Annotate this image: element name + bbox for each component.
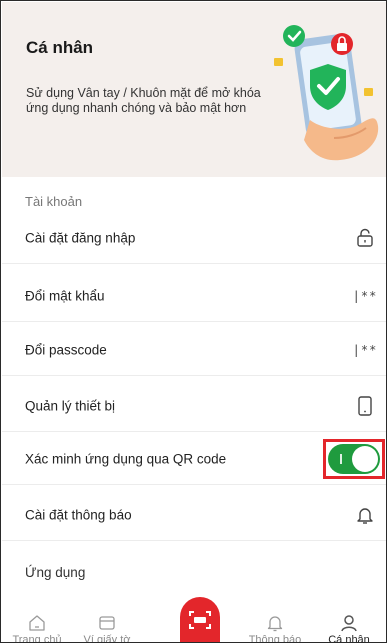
passcode-icon: |** (352, 342, 378, 357)
phone-icon (353, 394, 377, 418)
nav-profile[interactable]: Cá nhân (314, 614, 384, 643)
lock-icon (353, 226, 377, 250)
person-icon (341, 615, 357, 632)
security-phone-illustration (274, 25, 379, 161)
row-label: Xác minh ứng dụng qua QR code (25, 451, 227, 466)
app-frame: Cá nhân Sử dụng Vân tay / Khuôn mặt để m… (0, 0, 387, 643)
nav-home[interactable]: Trang chủ (2, 614, 72, 643)
section-label-app: Ứng dụng (25, 565, 86, 580)
bell-icon (267, 616, 283, 632)
section-label-account: Tài khoản (25, 194, 83, 209)
page-title: Cá nhân (26, 38, 94, 57)
row-label: Đổi mật khẩu (25, 288, 105, 303)
scan-button[interactable] (180, 597, 220, 642)
row-qr-verification[interactable]: Xác minh ứng dụng qua QR code (2, 433, 386, 485)
nav-wallet[interactable]: Ví giấy tờ (72, 614, 142, 643)
profile-header: Cá nhân Sử dụng Vân tay / Khuôn mặt để m… (2, 2, 386, 177)
row-change-passcode[interactable]: Đổi passcode |** (2, 324, 386, 376)
row-change-password[interactable]: Đổi mật khẩu |** (2, 270, 386, 322)
nav-notifications[interactable]: Thông báo (240, 614, 310, 643)
biometric-promo-text[interactable]: Sử dụng Vân tay / Khuôn mặt để mở khóa ứ… (26, 86, 264, 116)
scan-icon (189, 611, 211, 629)
row-label: Cài đặt đăng nhập (25, 230, 136, 245)
row-label: Đổi passcode (25, 342, 107, 357)
qr-verification-toggle-highlight (323, 439, 385, 479)
row-login-settings[interactable]: Cài đặt đăng nhập (2, 212, 386, 264)
nav-label: Thông báo (248, 634, 302, 643)
row-label: Quản lý thiết bị (25, 398, 116, 413)
home-icon (29, 615, 45, 631)
toggle-knob (352, 446, 378, 472)
row-label: Cài đặt thông báo (25, 507, 132, 522)
bell-icon (353, 503, 377, 527)
row-device-management[interactable]: Quản lý thiết bị (2, 380, 386, 432)
nav-label: Cá nhân (328, 634, 370, 643)
row-notification-settings[interactable]: Cài đặt thông báo (2, 489, 386, 541)
nav-label: Trang chủ (12, 634, 62, 643)
nav-label: Ví giấy tờ (83, 634, 131, 643)
wallet-icon (99, 616, 115, 630)
toggle-on-mark (340, 454, 342, 464)
password-icon: |** (352, 288, 378, 303)
qr-verification-toggle[interactable] (328, 444, 380, 474)
